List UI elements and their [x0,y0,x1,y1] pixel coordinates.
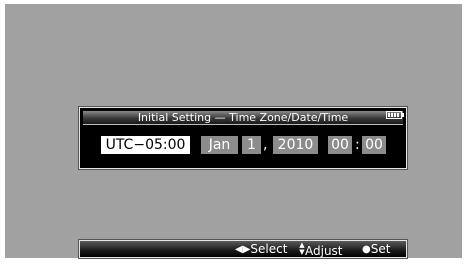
day-field[interactable]: 1 [242,136,261,154]
set-guide: ●Set [362,241,390,258]
camera-screen: Initial Setting — Time Zone/Date/Time UT… [5,4,462,258]
battery-full-icon [386,111,404,119]
time-colon: : [355,137,360,153]
time-zone-field[interactable]: UTC−05:00 [101,136,190,154]
minute-field[interactable]: 00 [362,136,386,154]
operation-guide-bar: ◀▶Select ▲▼Adjust ●Set [79,240,407,258]
dialog-title: Initial Setting — Time Zone/Date/Time [83,111,403,125]
time-zone-date-time-dialog: Initial Setting — Time Zone/Date/Time UT… [79,107,407,169]
left-right-arrows-icon: ◀▶ [235,244,251,255]
month-field[interactable]: Jan [201,136,238,154]
select-guide: ◀▶Select [235,241,287,258]
dot-icon: ● [362,244,371,255]
set-label: Set [370,242,391,256]
year-field[interactable]: 2010 [273,136,318,154]
select-label: Select [250,242,288,256]
adjust-guide: ▲▼Adjust [298,241,343,259]
date-comma: , [263,137,268,153]
adjust-label: Adjust [305,244,343,258]
hour-field[interactable]: 00 [328,136,352,154]
